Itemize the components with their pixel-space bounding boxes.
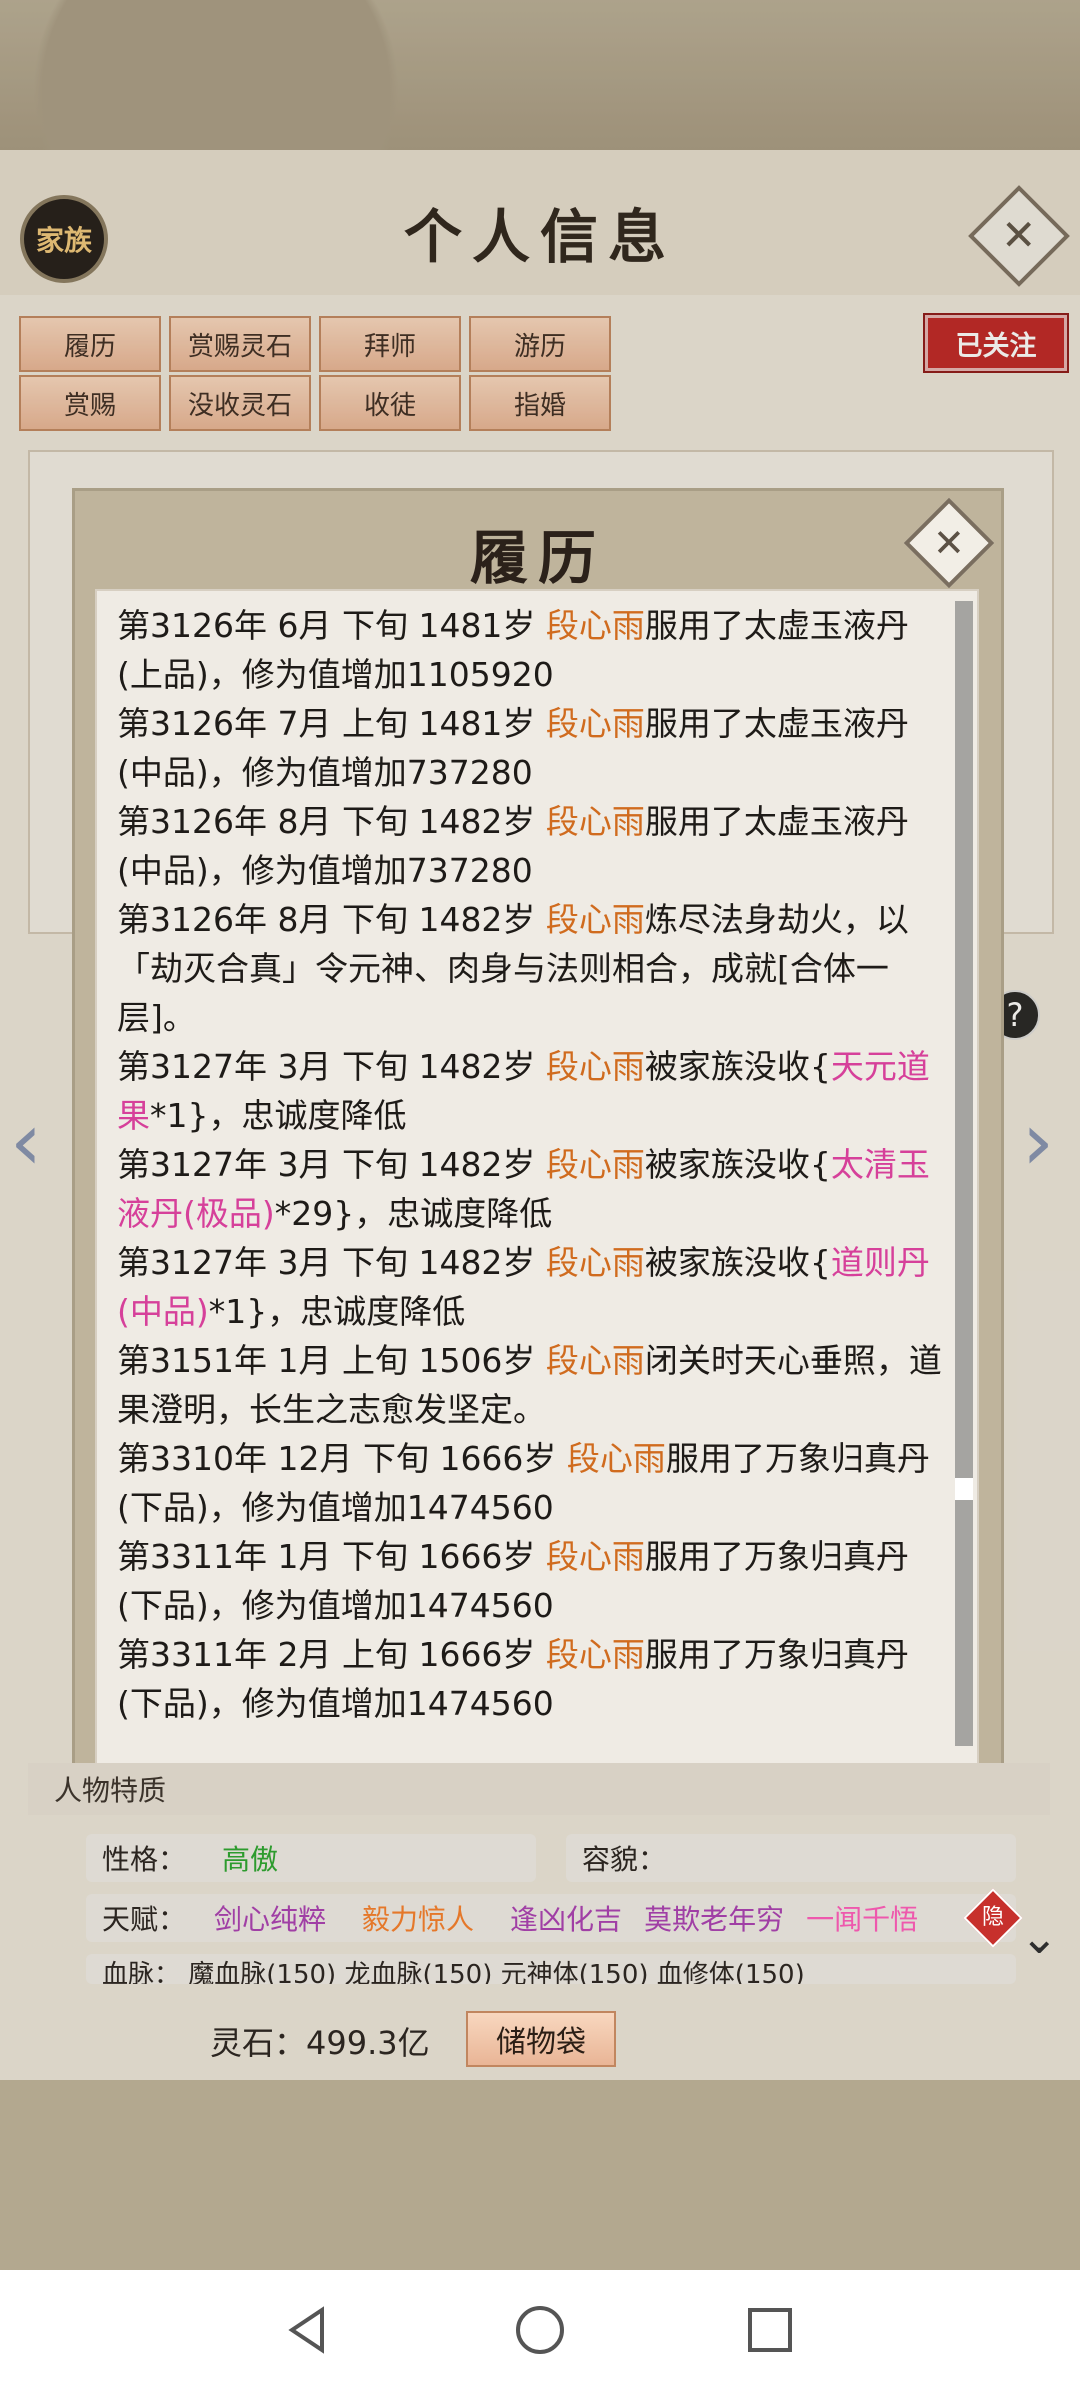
talent-item: 逢凶化吉: [510, 1903, 623, 1936]
record-text: 被家族没收{: [644, 1243, 831, 1282]
record-entry: 第3126年 6月 下旬 1481岁 段心雨服用了太虚玉液丹(上品)，修为值增加…: [117, 601, 947, 699]
character-name: 段心雨: [545, 1243, 645, 1282]
record-entry: 第3126年 8月 下旬 1482岁 段心雨服用了太虚玉液丹(中品)，修为值增加…: [117, 797, 947, 895]
appearance-row: 容貌：: [566, 1834, 1016, 1882]
recents-icon[interactable]: [740, 2300, 800, 2360]
bloodline-row: 血脉： 魔血脉(150) 龙血脉(150) 元神体(150) 血修体(150): [86, 1954, 1016, 1984]
record-date: 第3311年 2月 上旬 1666岁: [117, 1635, 546, 1674]
record-date: 第3311年 1月 下旬 1666岁: [117, 1537, 546, 1576]
appearance-label: 容貌：: [582, 1843, 667, 1876]
record-entry: 第3126年 8月 下旬 1482岁 段心雨炼尽法身劫火，以「劫灭合真」令元神、…: [117, 895, 947, 1042]
back-icon[interactable]: [280, 2300, 340, 2360]
talent-item: 莫欺老年穷: [644, 1903, 785, 1936]
character-name: 段心雨: [545, 704, 645, 743]
scrollbar[interactable]: [955, 601, 973, 1746]
system-nav-bar: [0, 2270, 1080, 2388]
character-name: 段心雨: [545, 1145, 645, 1184]
storage-bag-button[interactable]: 储物袋: [466, 2011, 616, 2067]
traits-section-title: 人物特质: [28, 1763, 1050, 1815]
record-entry: 第3126年 7月 上旬 1481岁 段心雨服用了太虚玉液丹(中品)，修为值增加…: [117, 699, 947, 797]
prev-arrow-icon[interactable]: ‹: [10, 1095, 42, 1188]
record-text-suffix: *1}，忠诚度降低: [150, 1096, 407, 1135]
personality-row: 性格： 高傲: [86, 1834, 536, 1882]
record-text-suffix: *1}，忠诚度降低: [208, 1292, 466, 1331]
record-entry: 第3310年 12月 下旬 1666岁 段心雨服用了万象归真丹(下品)，修为值增…: [117, 1434, 947, 1532]
talent-item: 一闻千悟: [806, 1903, 919, 1936]
record-text: 被家族没收{: [644, 1145, 831, 1184]
hide-label: 隐: [981, 1905, 1004, 1930]
character-name: 段心雨: [566, 1439, 666, 1478]
next-arrow-icon[interactable]: ›: [1022, 1095, 1054, 1188]
bloodline-text: 血脉： 魔血脉(150) 龙血脉(150) 元神体(150) 血修体(150): [102, 1960, 805, 1984]
personality-value: 高傲: [222, 1843, 279, 1876]
talent-item: 剑心纯粹: [214, 1903, 327, 1936]
talent-row: 天赋： 剑心纯粹 毅力惊人 逢凶化吉 莫欺老年穷 一闻千悟: [86, 1894, 1016, 1942]
character-name: 段心雨: [545, 1047, 645, 1086]
record-entry: 第3127年 3月 下旬 1482岁 段心雨被家族没收{道则丹(中品)*1}，忠…: [117, 1238, 947, 1336]
record-entry: 第3127年 3月 下旬 1482岁 段心雨被家族没收{天元道果*1}，忠诚度降…: [117, 1042, 947, 1140]
character-name: 段心雨: [545, 802, 645, 841]
record-entry: 第3151年 1月 上旬 1506岁 段心雨闭关时天心垂照，道果澄明，长生之志愈…: [117, 1336, 947, 1434]
record-date: 第3127年 3月 下旬 1482岁: [117, 1243, 546, 1282]
resume-modal: 履历 ✕ 第3126年 6月 下旬 1481岁 段心雨服用了太虚玉液丹(上品)，…: [72, 488, 1004, 1786]
close-icon: ✕: [933, 521, 965, 565]
talent-label: 天赋：: [102, 1903, 187, 1936]
character-name: 段心雨: [545, 606, 645, 645]
record-date: 第3126年 8月 下旬 1482岁: [117, 900, 546, 939]
lower-background: [0, 2080, 1080, 2270]
personality-label: 性格：: [102, 1843, 187, 1876]
record-date: 第3126年 7月 上旬 1481岁: [117, 704, 546, 743]
character-name: 段心雨: [545, 900, 645, 939]
record-list-box[interactable]: 第3126年 6月 下旬 1481岁 段心雨服用了太虚玉液丹(上品)，修为值增加…: [95, 589, 979, 1765]
record-text: 被家族没收{: [644, 1047, 831, 1086]
record-date: 第3126年 8月 下旬 1482岁: [117, 802, 546, 841]
record-date: 第3151年 1月 上旬 1506岁: [117, 1341, 546, 1380]
record-date: 第3310年 12月 下旬 1666岁: [117, 1439, 567, 1478]
record-entry: 第3311年 1月 下旬 1666岁 段心雨服用了万象归真丹(下品)，修为值增加…: [117, 1532, 947, 1630]
chevron-down-icon[interactable]: ⌄: [1020, 1910, 1059, 1964]
character-name: 段心雨: [545, 1341, 645, 1380]
record-text-suffix: *29}，忠诚度降低: [274, 1194, 553, 1233]
talent-item: 毅力惊人: [362, 1903, 475, 1936]
character-name: 段心雨: [545, 1635, 645, 1674]
record-date: 第3127年 3月 下旬 1482岁: [117, 1047, 546, 1086]
record-entry: 第3127年 3月 下旬 1482岁 段心雨被家族没收{太清玉液丹(极品)*29…: [117, 1140, 947, 1238]
spirit-stone-count: 灵石：499.3亿: [210, 2024, 430, 2062]
record-date: 第3127年 3月 下旬 1482岁: [117, 1145, 546, 1184]
record-date: 第3126年 6月 下旬 1481岁: [117, 606, 546, 645]
record-list: 第3126年 6月 下旬 1481岁 段心雨服用了太虚玉液丹(上品)，修为值增加…: [117, 601, 947, 1728]
record-entry: 第3311年 2月 上旬 1666岁 段心雨服用了万象归真丹(下品)，修为值增加…: [117, 1630, 947, 1728]
character-name: 段心雨: [545, 1537, 645, 1576]
home-icon[interactable]: [510, 2300, 570, 2360]
scrollbar-thumb[interactable]: [955, 1478, 973, 1500]
modal-title: 履历: [469, 524, 606, 592]
